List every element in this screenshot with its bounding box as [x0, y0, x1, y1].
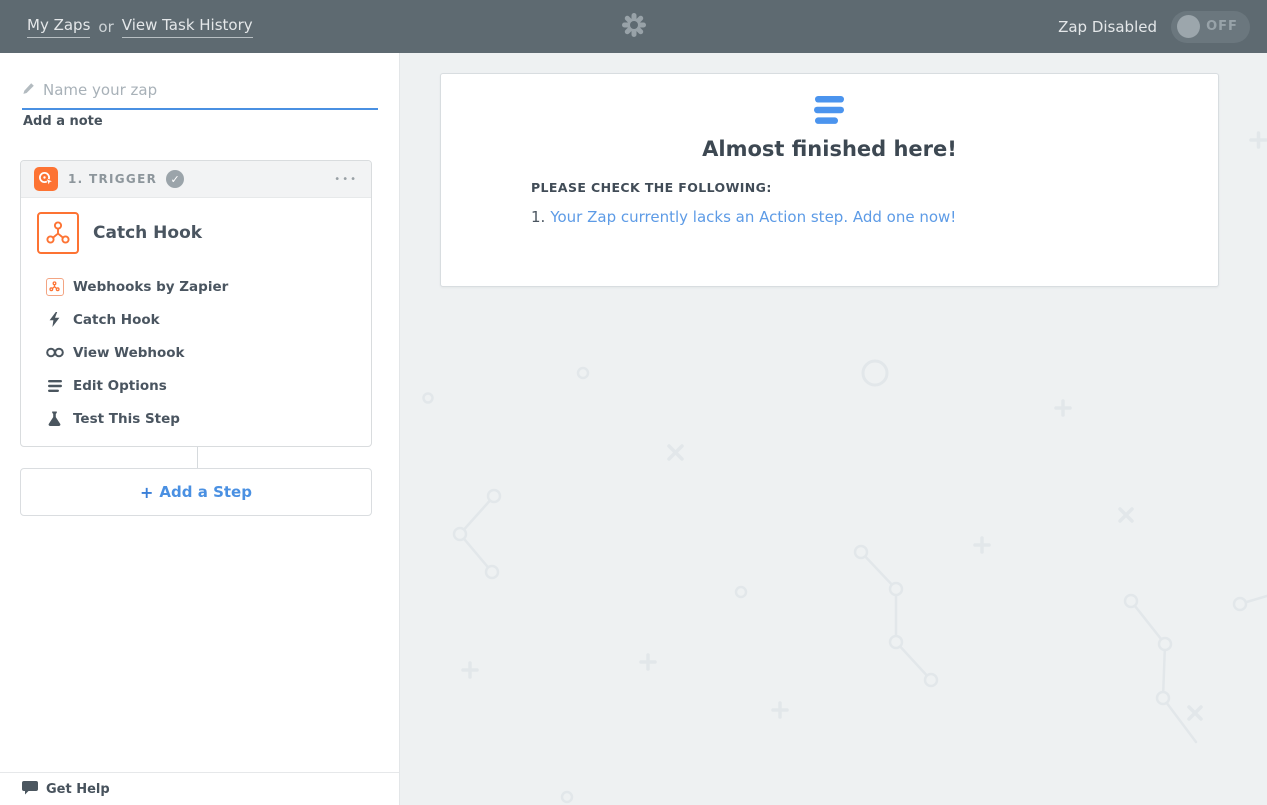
- menu-item-trigger-type[interactable]: Catch Hook: [21, 303, 371, 336]
- check-badge-icon: ✓: [166, 170, 184, 188]
- alert-item-number: 1.: [531, 208, 545, 226]
- overflow-menu-button[interactable]: •••: [334, 174, 358, 185]
- trigger-title-row: Catch Hook: [21, 198, 371, 266]
- webhook-app-icon: [46, 278, 64, 296]
- menu-item-label: Catch Hook: [73, 312, 160, 328]
- blue-bars-icon: [441, 96, 1218, 124]
- zapier-asterisk-icon: [621, 12, 647, 42]
- add-note-link[interactable]: Add a note: [23, 114, 103, 129]
- get-help-button[interactable]: Get Help: [0, 772, 399, 805]
- almost-finished-card: Almost finished here! PLEASE CHECK THE F…: [440, 73, 1219, 287]
- menu-lines-icon: [45, 380, 64, 392]
- menu-item-edit-options[interactable]: Edit Options: [21, 369, 371, 402]
- menu-item-label: View Webhook: [73, 345, 185, 361]
- zap-status-controls: Zap Disabled OFF: [1058, 0, 1250, 53]
- webhook-icon: [37, 212, 79, 254]
- top-bar: My Zaps or View Task History Zap Disable…: [0, 0, 1267, 53]
- alert-title: Almost finished here!: [441, 137, 1218, 161]
- topbar-nav: My Zaps or View Task History: [0, 16, 253, 38]
- get-help-label: Get Help: [46, 782, 110, 797]
- trigger-step-card: 1. TRIGGER ✓ ••• Catch Hook: [20, 160, 372, 447]
- menu-item-app[interactable]: Webhooks by Zapier: [21, 270, 371, 303]
- alert-subtitle: PLEASE CHECK THE FOLLOWING:: [531, 180, 1218, 195]
- trigger-target-icon: [34, 167, 58, 191]
- trigger-step-menu: Webhooks by Zapier Catch Hook: [21, 270, 371, 435]
- view-task-history-link[interactable]: View Task History: [122, 16, 253, 38]
- menu-item-test-step[interactable]: Test This Step: [21, 402, 371, 435]
- link-icon: [45, 347, 64, 358]
- speech-bubble-icon: [22, 780, 38, 799]
- trigger-card-header[interactable]: 1. TRIGGER ✓ •••: [21, 161, 371, 198]
- trigger-step-title: Catch Hook: [93, 223, 202, 243]
- alert-list-item: 1. Your Zap currently lacks an Action ste…: [531, 208, 1218, 226]
- pencil-icon: [22, 80, 35, 99]
- toggle-state-label: OFF: [1200, 19, 1244, 34]
- or-text: or: [98, 18, 113, 36]
- menu-item-label: Webhooks by Zapier: [73, 279, 228, 295]
- trigger-step-label: 1. TRIGGER: [68, 172, 157, 186]
- plus-icon: +: [140, 483, 153, 502]
- menu-item-view-webhook[interactable]: View Webhook: [21, 336, 371, 369]
- zap-editor-sidebar: Add a note 1. TRIGGER ✓ •••: [0, 53, 400, 805]
- lightning-icon: [45, 312, 64, 327]
- menu-item-label: Test This Step: [73, 411, 180, 427]
- zap-name-input[interactable]: [43, 81, 378, 99]
- zap-enabled-toggle[interactable]: OFF: [1171, 11, 1250, 43]
- my-zaps-link[interactable]: My Zaps: [27, 16, 90, 38]
- add-step-button[interactable]: + Add a Step: [20, 468, 372, 516]
- zap-name-row: [22, 80, 378, 110]
- zap-status-text: Zap Disabled: [1058, 18, 1157, 36]
- flask-icon: [45, 411, 64, 426]
- add-step-label: Add a Step: [159, 483, 252, 501]
- menu-item-label: Edit Options: [73, 378, 167, 394]
- toggle-knob[interactable]: [1177, 15, 1200, 38]
- add-action-step-link[interactable]: Your Zap currently lacks an Action step.…: [550, 208, 956, 226]
- editor-main-area: Almost finished here! PLEASE CHECK THE F…: [400, 53, 1267, 805]
- step-connector-line: [197, 447, 198, 468]
